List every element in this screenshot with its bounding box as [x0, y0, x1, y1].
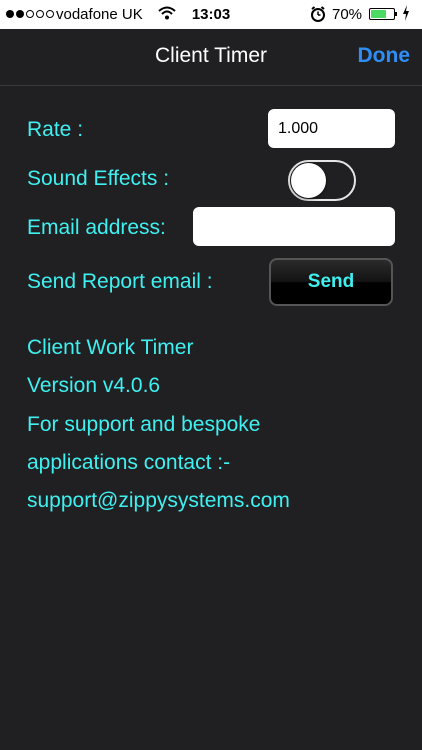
- rate-input[interactable]: [268, 109, 395, 148]
- rate-label: Rate :: [27, 118, 84, 141]
- done-button[interactable]: Done: [358, 44, 411, 68]
- sound-effects-toggle[interactable]: [288, 160, 356, 201]
- support-email-text: support@zippysystems.com: [27, 489, 290, 512]
- send-button[interactable]: Send: [269, 258, 393, 306]
- charging-bolt-icon: [402, 4, 410, 25]
- status-bar: vodafone UK 13:03 70%: [0, 0, 422, 29]
- send-report-label: Send Report email :: [27, 270, 213, 293]
- email-address-label: Email address:: [27, 216, 166, 239]
- battery-level-fill: [371, 10, 386, 18]
- battery-icon: [369, 8, 395, 20]
- sound-effects-label: Sound Effects :: [27, 167, 170, 190]
- contact-text: applications contact :-: [27, 451, 231, 474]
- version-text: Version v4.0.6: [27, 374, 161, 397]
- app-name-text: Client Work Timer: [27, 336, 194, 359]
- alarm-icon: [310, 4, 326, 28]
- battery-percent: 70%: [332, 6, 363, 23]
- battery-tip: [395, 12, 397, 16]
- email-address-input[interactable]: [193, 207, 395, 246]
- support-text: For support and bespoke: [27, 413, 261, 436]
- navigation-bar: Client Timer Done: [0, 29, 422, 86]
- toggle-knob: [291, 163, 326, 198]
